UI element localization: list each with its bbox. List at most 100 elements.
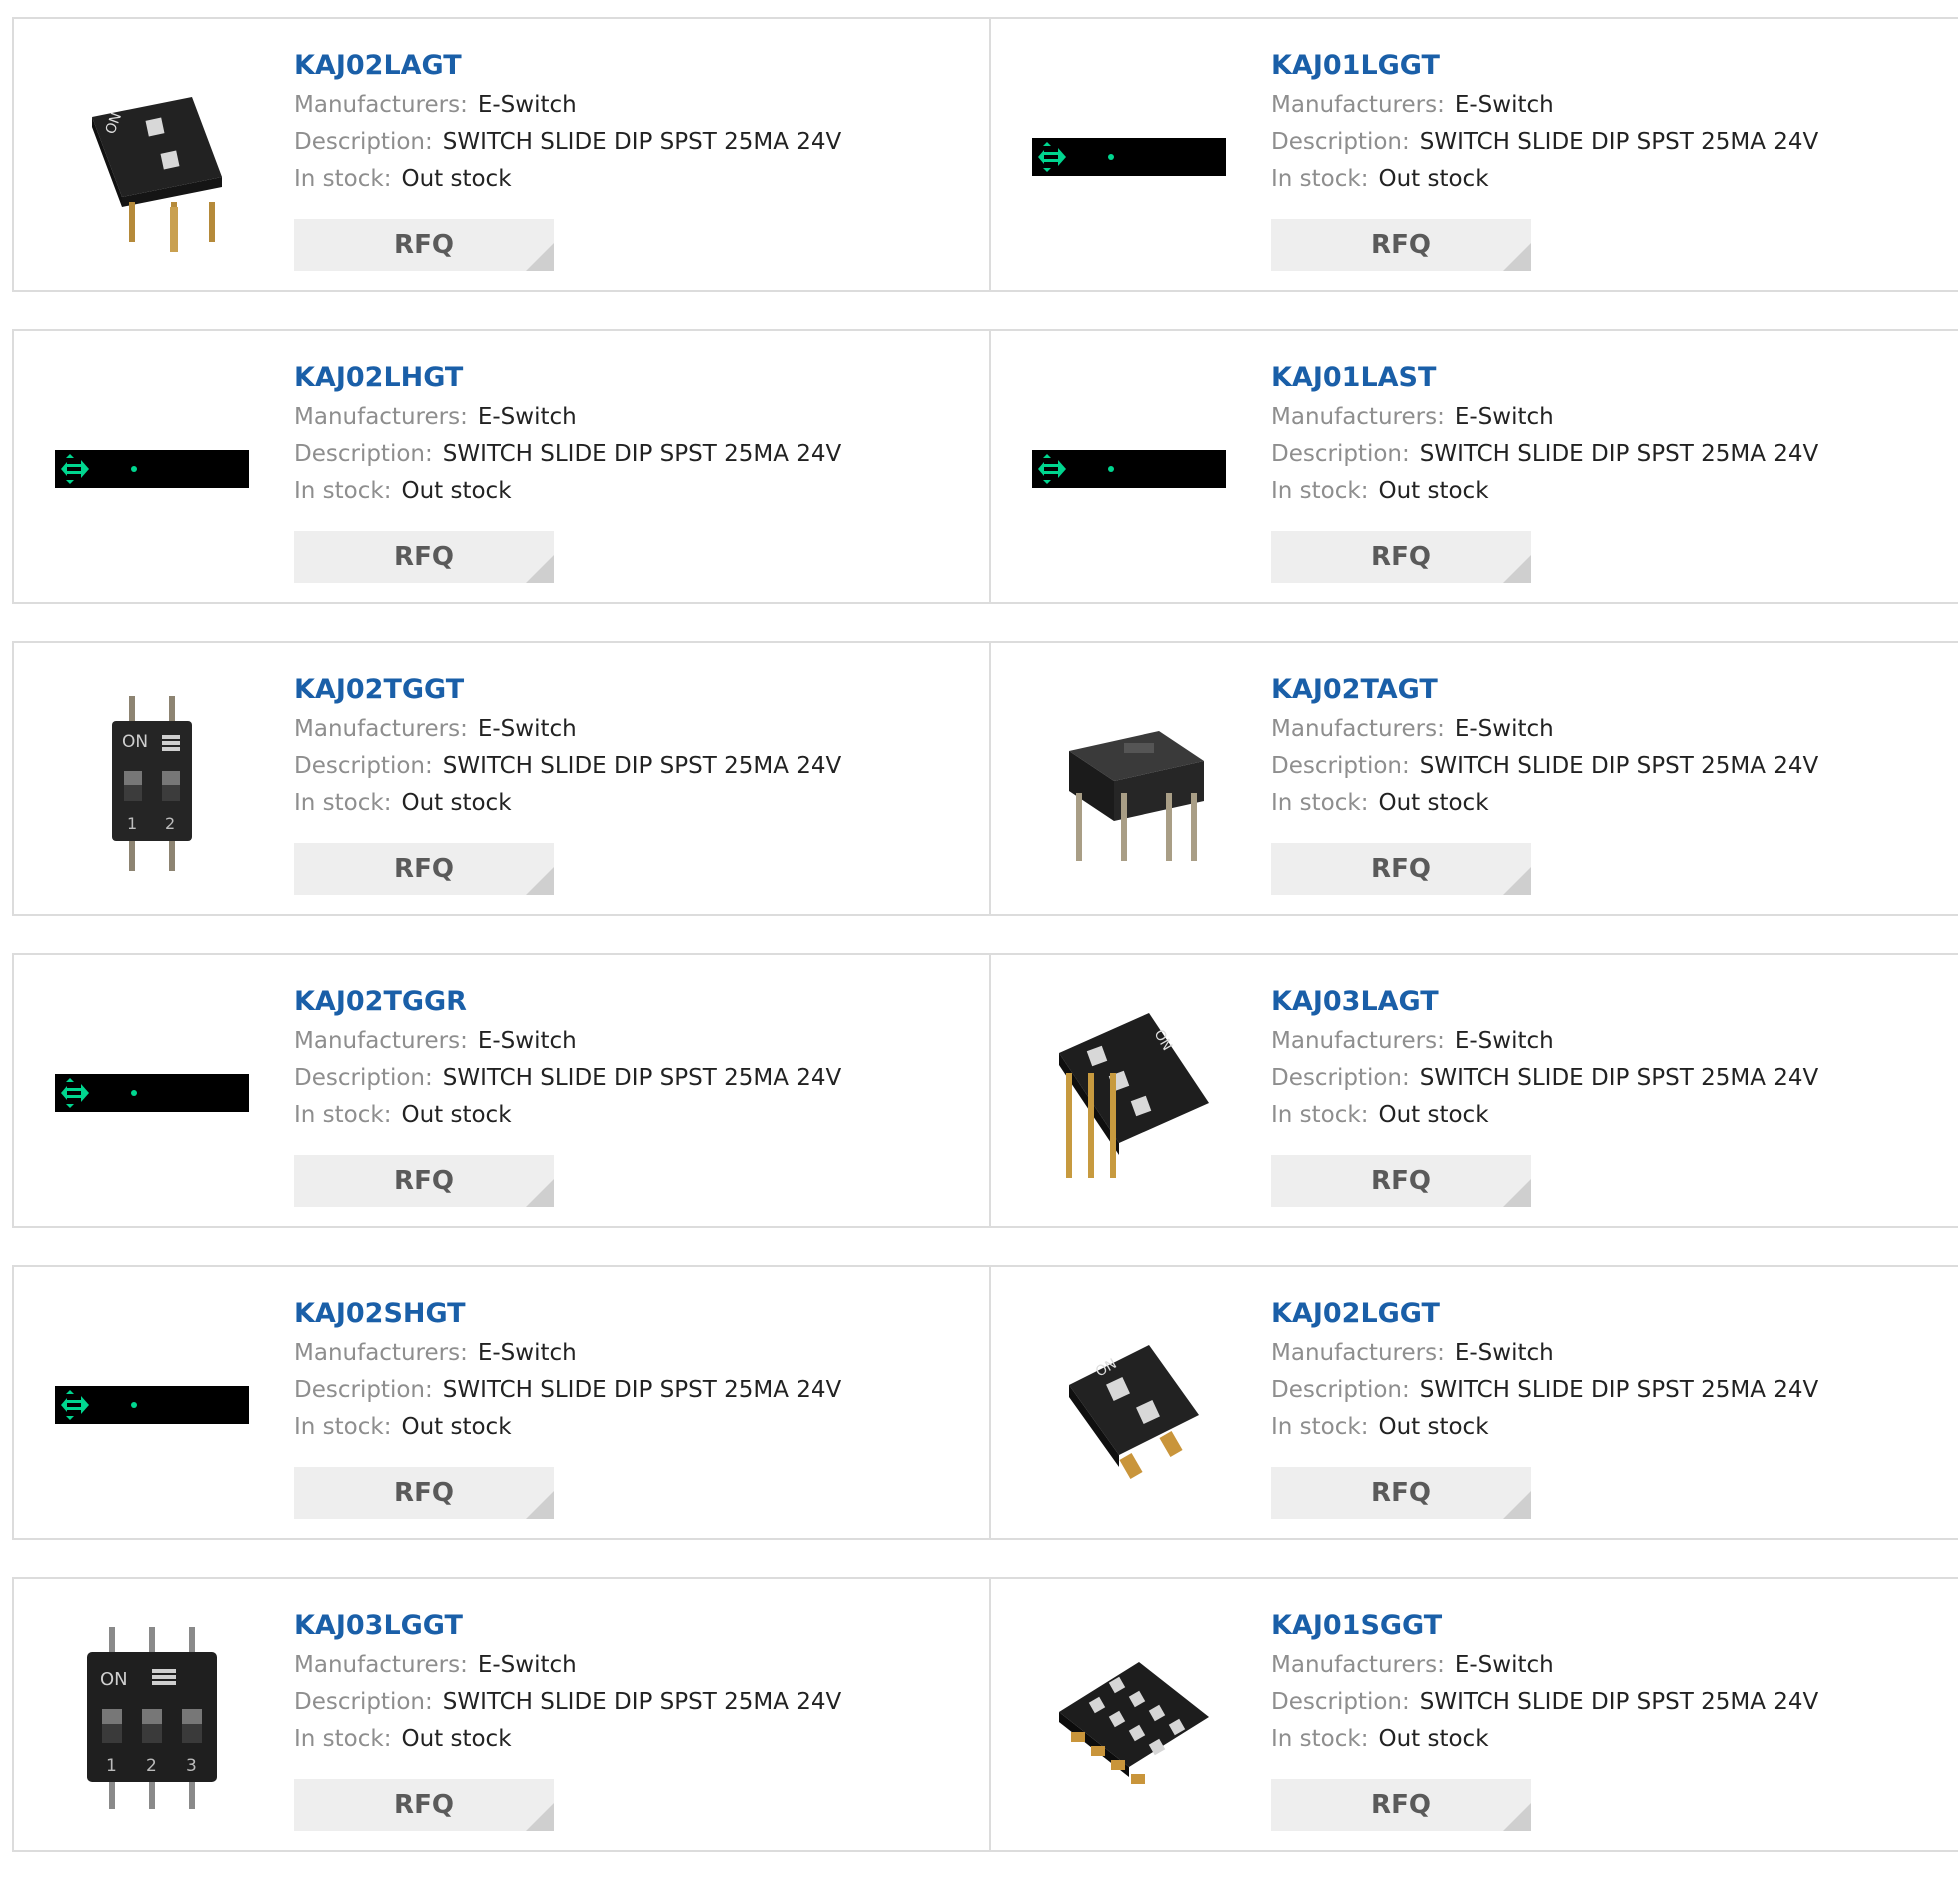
product-image[interactable]: [52, 1305, 252, 1505]
stock-value: Out stock: [401, 1726, 512, 1752]
rfq-button[interactable]: RFQ: [1271, 531, 1531, 583]
rfq-label: RFQ: [394, 1166, 454, 1196]
description-value: SWITCH SLIDE DIP SPST 25MA 24V: [1419, 1065, 1819, 1091]
manufacturer-row: Manufacturers: E-Switch: [294, 90, 954, 120]
rfq-button[interactable]: RFQ: [1271, 1155, 1531, 1207]
corner-triangle-icon: [526, 1491, 554, 1519]
product-image[interactable]: [52, 369, 252, 569]
svg-text:ON: ON: [122, 732, 148, 752]
product-image[interactable]: [1029, 681, 1229, 881]
stock-row: In stock: Out stock: [1271, 1412, 1931, 1442]
stock-row: In stock: Out stock: [294, 1100, 954, 1130]
corner-triangle-icon: [1503, 243, 1531, 271]
corner-triangle-icon: [526, 1803, 554, 1831]
part-number-link[interactable]: KAJ02LGGT: [1271, 1297, 1931, 1331]
description-value: SWITCH SLIDE DIP SPST 25MA 24V: [442, 1689, 842, 1715]
description-value: SWITCH SLIDE DIP SPST 25MA 24V: [442, 129, 842, 155]
product-info: KAJ02LHGT Manufacturers: E-Switch Descrip…: [294, 361, 954, 506]
part-number-link[interactable]: KAJ02TAGT: [1271, 673, 1931, 707]
corner-triangle-icon: [1503, 1491, 1531, 1519]
manufacturers-label: Manufacturers:: [1271, 404, 1445, 430]
product-image[interactable]: [1029, 369, 1229, 569]
description-label: Description:: [294, 1065, 433, 1091]
product-info: KAJ02TGGR Manufacturers: E-Switch Descrip…: [294, 985, 954, 1130]
product-image[interactable]: ON: [52, 57, 252, 257]
part-number-link[interactable]: KAJ01LGGT: [1271, 49, 1931, 83]
manufacturers-label: Manufacturers:: [1271, 92, 1445, 118]
product-row: KAJ02TGGR Manufacturers: E-Switch Descrip…: [12, 953, 1958, 1228]
rfq-button[interactable]: RFQ: [1271, 843, 1531, 895]
manufacturer-value: E-Switch: [477, 1028, 577, 1054]
stock-row: In stock: Out stock: [1271, 1724, 1931, 1754]
svg-text:3: 3: [186, 1756, 197, 1776]
rfq-button[interactable]: RFQ: [294, 1779, 554, 1831]
rfq-button[interactable]: RFQ: [294, 843, 554, 895]
product-image[interactable]: [52, 993, 252, 1193]
svg-text:2: 2: [146, 1756, 157, 1776]
product-row: KAJ02SHGT Manufacturers: E-Switch Descrip…: [12, 1265, 1958, 1540]
corner-triangle-icon: [1503, 555, 1531, 583]
stock-label: In stock:: [1271, 166, 1369, 192]
description-row: Description: SWITCH SLIDE DIP SPST 25MA 2…: [1271, 1375, 1931, 1405]
product-image[interactable]: [1029, 1617, 1229, 1817]
part-number-link[interactable]: KAJ02SHGT: [294, 1297, 954, 1331]
corner-triangle-icon: [526, 243, 554, 271]
rfq-button[interactable]: RFQ: [294, 219, 554, 271]
description-value: SWITCH SLIDE DIP SPST 25MA 24V: [442, 441, 842, 467]
manufacturer-value: E-Switch: [1454, 1652, 1554, 1678]
part-number-link[interactable]: KAJ02TGGT: [294, 673, 954, 707]
part-number-link[interactable]: KAJ02TGGR: [294, 985, 954, 1019]
part-number-link[interactable]: KAJ01LAST: [1271, 361, 1931, 395]
product-card: KAJ01LGGT Manufacturers: E-Switch Descrip…: [991, 17, 1958, 292]
part-number-link[interactable]: KAJ03LAGT: [1271, 985, 1931, 1019]
rfq-button[interactable]: RFQ: [294, 1467, 554, 1519]
stock-row: In stock: Out stock: [1271, 788, 1931, 818]
manufacturers-label: Manufacturers:: [294, 1340, 468, 1366]
rfq-button[interactable]: RFQ: [1271, 1467, 1531, 1519]
product-card: KAJ02SHGT Manufacturers: E-Switch Descrip…: [12, 1265, 991, 1540]
rfq-button[interactable]: RFQ: [1271, 219, 1531, 271]
part-number-link[interactable]: KAJ01SGGT: [1271, 1609, 1931, 1643]
product-image[interactable]: ON 1 2 3: [52, 1617, 252, 1817]
stock-value: Out stock: [401, 790, 512, 816]
stock-label: In stock:: [294, 790, 392, 816]
description-label: Description:: [294, 129, 433, 155]
stock-label: In stock:: [1271, 478, 1369, 504]
manufacturer-row: Manufacturers: E-Switch: [1271, 90, 1931, 120]
part-number-link[interactable]: KAJ03LGGT: [294, 1609, 954, 1643]
product-image[interactable]: ON: [1029, 1305, 1229, 1505]
product-card: ON 1 2 3 KAJ03LGGT Manufacturers: E-Switch D…: [12, 1577, 991, 1852]
product-info: KAJ02TGGT Manufacturers: E-Switch Descrip…: [294, 673, 954, 818]
rfq-label: RFQ: [1371, 1790, 1431, 1820]
description-row: Description: SWITCH SLIDE DIP SPST 25MA 2…: [294, 439, 954, 469]
stock-label: In stock:: [1271, 1102, 1369, 1128]
rfq-label: RFQ: [1371, 542, 1431, 572]
part-number-link[interactable]: KAJ02LAGT: [294, 49, 954, 83]
product-info: KAJ02LAGT Manufacturers: E-Switch Descrip…: [294, 49, 954, 194]
rfq-button[interactable]: RFQ: [1271, 1779, 1531, 1831]
stock-row: In stock: Out stock: [294, 164, 954, 194]
part-number-link[interactable]: KAJ02LHGT: [294, 361, 954, 395]
product-image[interactable]: ON 1 2: [52, 681, 252, 881]
product-info: KAJ01LGGT Manufacturers: E-Switch Descrip…: [1271, 49, 1931, 194]
stock-value: Out stock: [1378, 1414, 1489, 1440]
svg-text:1: 1: [106, 1756, 117, 1776]
stock-row: In stock: Out stock: [294, 788, 954, 818]
rfq-button[interactable]: RFQ: [294, 1155, 554, 1207]
product-image[interactable]: [1029, 57, 1229, 257]
product-info: KAJ03LAGT Manufacturers: E-Switch Descrip…: [1271, 985, 1931, 1130]
description-label: Description:: [294, 753, 433, 779]
stock-value: Out stock: [401, 166, 512, 192]
rfq-button[interactable]: RFQ: [294, 531, 554, 583]
stock-label: In stock:: [294, 1726, 392, 1752]
product-info: KAJ02TAGT Manufacturers: E-Switch Descrip…: [1271, 673, 1931, 818]
product-image[interactable]: ON: [1029, 993, 1229, 1193]
product-card: ON KAJ02LGGT Manufacturers: E-Switch Desc…: [991, 1265, 1958, 1540]
description-label: Description:: [294, 1689, 433, 1715]
rfq-label: RFQ: [394, 230, 454, 260]
manufacturer-row: Manufacturers: E-Switch: [1271, 402, 1931, 432]
rfq-label: RFQ: [394, 854, 454, 884]
description-label: Description:: [1271, 441, 1410, 467]
description-label: Description:: [1271, 1377, 1410, 1403]
manufacturers-label: Manufacturers:: [1271, 1340, 1445, 1366]
